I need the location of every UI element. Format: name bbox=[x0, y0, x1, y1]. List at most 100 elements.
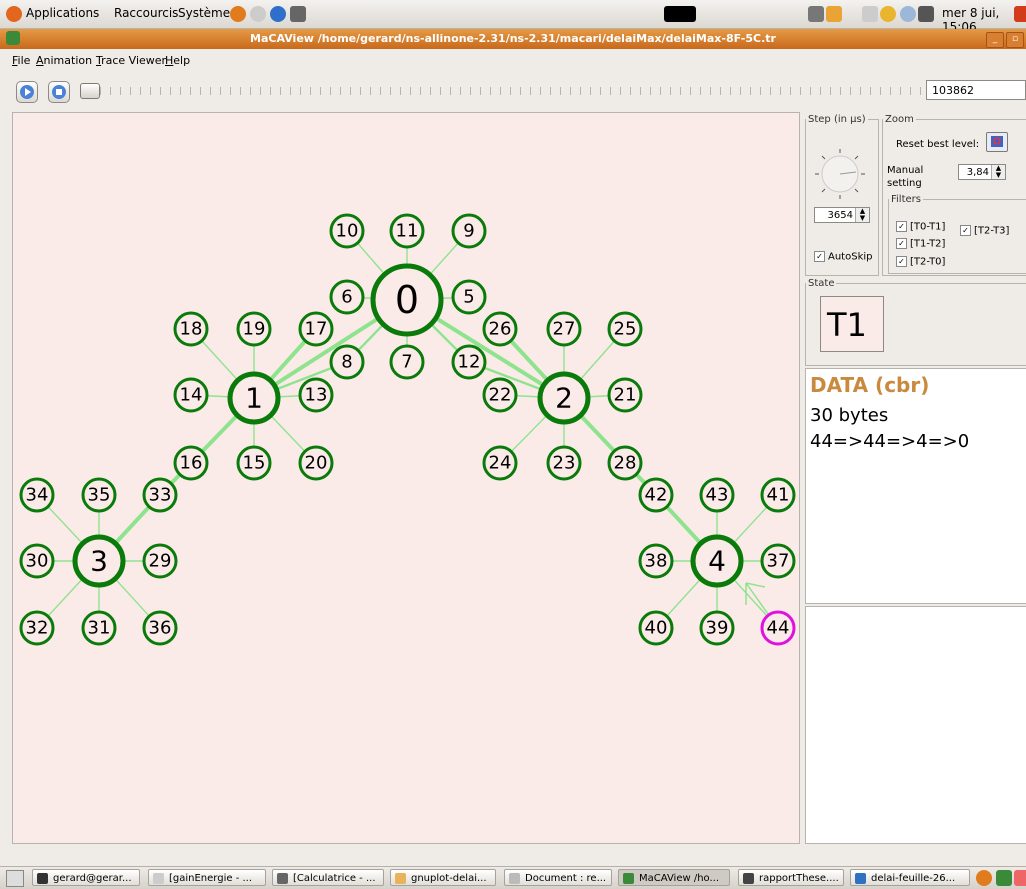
playback-bar: 103862 bbox=[0, 76, 1026, 106]
node-9[interactable]: 9 bbox=[451, 213, 487, 249]
node-6[interactable]: 6 bbox=[329, 279, 365, 315]
stop-button[interactable] bbox=[48, 81, 70, 103]
window-title-bar[interactable]: MaCAView /home/gerard/ns-allinone-2.31/n… bbox=[0, 29, 1026, 49]
coordinator-node-2[interactable]: 2 bbox=[537, 371, 591, 425]
node-19[interactable]: 19 bbox=[236, 311, 272, 347]
node-21[interactable]: 21 bbox=[607, 377, 643, 413]
check-icon: ✓ bbox=[896, 221, 907, 232]
menu-systeme[interactable]: Système bbox=[178, 6, 230, 20]
node-26[interactable]: 26 bbox=[482, 311, 518, 347]
screenshot-launcher-icon[interactable] bbox=[290, 6, 306, 22]
show-desktop-button[interactable] bbox=[6, 870, 24, 887]
maximize-button[interactable]: ▫ bbox=[1006, 32, 1024, 48]
menu-applications[interactable]: Applications bbox=[26, 6, 99, 20]
node-39[interactable]: 39 bbox=[699, 610, 735, 646]
node-13[interactable]: 13 bbox=[298, 377, 334, 413]
node-14[interactable]: 14 bbox=[173, 377, 209, 413]
mail-launcher-icon[interactable] bbox=[250, 6, 266, 22]
node-22[interactable]: 22 bbox=[482, 377, 518, 413]
reset-zoom-button[interactable] bbox=[986, 132, 1008, 152]
node-30[interactable]: 30 bbox=[19, 543, 55, 579]
node-23[interactable]: 23 bbox=[546, 445, 582, 481]
node-12[interactable]: 12 bbox=[451, 344, 487, 380]
node-36[interactable]: 36 bbox=[142, 610, 178, 646]
node-7[interactable]: 7 bbox=[389, 344, 425, 380]
node-28[interactable]: 28 bbox=[607, 445, 643, 481]
zoom-spin-arrows[interactable]: ▲ ▼ bbox=[991, 165, 1005, 179]
node-5[interactable]: 5 bbox=[451, 279, 487, 315]
time-slider-handle[interactable] bbox=[80, 83, 100, 99]
node-29[interactable]: 29 bbox=[142, 543, 178, 579]
filter-t2-t0[interactable]: ✓ [T2-T0] bbox=[896, 256, 945, 268]
node-33[interactable]: 33 bbox=[142, 477, 178, 513]
time-field[interactable]: 103862 bbox=[926, 80, 1026, 100]
node-17[interactable]: 17 bbox=[298, 311, 334, 347]
node-27[interactable]: 27 bbox=[546, 311, 582, 347]
menu-animation[interactable]: Animation bbox=[36, 54, 92, 67]
node-24[interactable]: 24 bbox=[482, 445, 518, 481]
menu-file[interactable]: File bbox=[12, 54, 30, 67]
coordinator-node-1[interactable]: 1 bbox=[227, 371, 281, 425]
step-spinner[interactable]: 3654 ▲ ▼ bbox=[814, 207, 870, 223]
filter-t0-t1[interactable]: ✓ [T0-T1] bbox=[896, 221, 945, 233]
task-gnuplot[interactable]: gnuplot-delai... bbox=[390, 869, 496, 886]
time-slider[interactable] bbox=[80, 83, 922, 99]
node-20[interactable]: 20 bbox=[298, 445, 334, 481]
autoskip-checkbox[interactable]: ✓ AutoSkip bbox=[814, 251, 872, 263]
shutdown-icon[interactable] bbox=[1014, 6, 1026, 22]
firefox-launcher-icon[interactable] bbox=[230, 6, 246, 22]
node-34[interactable]: 34 bbox=[19, 477, 55, 513]
node-11[interactable]: 11 bbox=[389, 213, 425, 249]
help-launcher-icon[interactable] bbox=[270, 6, 286, 22]
node-40[interactable]: 40 bbox=[638, 610, 674, 646]
weather-icon[interactable] bbox=[880, 6, 896, 22]
node-43[interactable]: 43 bbox=[699, 477, 735, 513]
node-38[interactable]: 38 bbox=[638, 543, 674, 579]
node-35[interactable]: 35 bbox=[81, 477, 117, 513]
node-label: 21 bbox=[614, 385, 637, 406]
minimize-button[interactable]: _ bbox=[986, 32, 1004, 48]
node-42[interactable]: 42 bbox=[638, 477, 674, 513]
step-dial[interactable] bbox=[812, 146, 868, 202]
search-icon[interactable] bbox=[900, 6, 916, 22]
node-41[interactable]: 41 bbox=[760, 477, 796, 513]
coordinator-node-0[interactable]: 0 bbox=[370, 263, 444, 337]
node-32[interactable]: 32 bbox=[19, 610, 55, 646]
network-canvas[interactable]: 5 6 7 8 9 10 11 12 13 14 15 16 17 18 19 20 21 22 23 24 25 26 2… bbox=[12, 112, 800, 844]
task-gainenergie[interactable]: [gainEnergie - ... bbox=[148, 869, 266, 886]
gnome-foot-icon[interactable] bbox=[6, 6, 22, 22]
printer-icon[interactable] bbox=[862, 6, 878, 22]
node-44[interactable]: 44 bbox=[760, 610, 796, 646]
tray-more-icon[interactable] bbox=[1014, 870, 1026, 886]
play-button[interactable] bbox=[16, 81, 38, 103]
filter-t1-t2[interactable]: ✓ [T1-T2] bbox=[896, 238, 945, 250]
zoom-spinner[interactable]: 3,84 ▲ ▼ bbox=[958, 164, 1006, 180]
menu-help[interactable]: Help bbox=[165, 54, 190, 67]
node-25[interactable]: 25 bbox=[607, 311, 643, 347]
node-8[interactable]: 8 bbox=[329, 344, 365, 380]
menu-trace-viewer[interactable]: Trace Viewer bbox=[96, 54, 166, 67]
volume-icon[interactable] bbox=[808, 6, 824, 22]
network-icon[interactable] bbox=[918, 6, 934, 22]
menu-raccourcis[interactable]: Raccourcis bbox=[114, 6, 178, 20]
filter-t2-t3[interactable]: ✓ [T2-T3] bbox=[960, 225, 1009, 237]
task-rapportthese[interactable]: rapportThese.... bbox=[738, 869, 844, 886]
tray-app-icon[interactable] bbox=[826, 6, 842, 22]
task-macaview[interactable]: MaCAView /ho... bbox=[618, 869, 730, 886]
coordinator-node-4[interactable]: 4 bbox=[690, 534, 744, 588]
task-document[interactable]: Document : re... bbox=[504, 869, 612, 886]
node-18[interactable]: 18 bbox=[173, 311, 209, 347]
node-31[interactable]: 31 bbox=[81, 610, 117, 646]
task-delai-feuille[interactable]: delai-feuille-26... bbox=[850, 869, 970, 886]
coordinator-node-3[interactable]: 3 bbox=[72, 534, 126, 588]
macaview-tray-icon[interactable] bbox=[996, 870, 1012, 886]
task-calculatrice[interactable]: [Calculatrice - ... bbox=[272, 869, 384, 886]
node-15[interactable]: 15 bbox=[236, 445, 272, 481]
firefox-tray-icon[interactable] bbox=[976, 870, 992, 886]
node-37[interactable]: 37 bbox=[760, 543, 796, 579]
step-spin-arrows[interactable]: ▲ ▼ bbox=[855, 208, 869, 222]
node-label: 27 bbox=[553, 319, 576, 340]
node-10[interactable]: 10 bbox=[329, 213, 365, 249]
task-terminal[interactable]: gerard@gerar... bbox=[32, 869, 140, 886]
node-16[interactable]: 16 bbox=[173, 445, 209, 481]
